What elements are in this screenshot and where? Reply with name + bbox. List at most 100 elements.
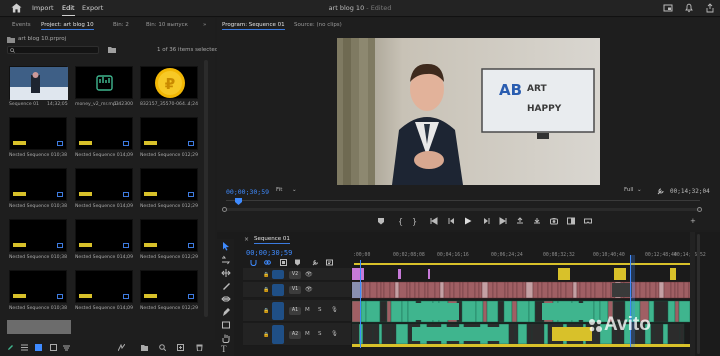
audio-strip[interactable]: [352, 344, 690, 347]
v1-clip[interactable]: [434, 281, 441, 299]
v1-clip[interactable]: [406, 281, 411, 299]
eye-icon[interactable]: 👁: [305, 271, 313, 278]
v1-clip[interactable]: [439, 281, 445, 299]
zoom-fit-dropdown[interactable]: Fit ⌄: [274, 187, 300, 195]
lift-icon[interactable]: [516, 217, 524, 225]
a1-clip[interactable]: [542, 303, 590, 320]
timeline-playhead[interactable]: [360, 260, 361, 348]
source-patch[interactable]: [272, 325, 284, 344]
v1-clip[interactable]: [525, 281, 534, 299]
tab-sequence[interactable]: Sequence 01: [254, 236, 290, 244]
mute-button[interactable]: M: [305, 307, 310, 313]
audio-thumbnail[interactable]: [75, 66, 133, 99]
playhead-marker-icon[interactable]: [235, 198, 242, 205]
v1-clip[interactable]: [481, 281, 489, 299]
solo-button[interactable]: S: [318, 307, 322, 313]
nested-sequence-thumbnail[interactable]: [9, 219, 67, 252]
v1-clip[interactable]: [541, 281, 549, 299]
v1-clip[interactable]: [443, 281, 451, 299]
monitor-time-ruler[interactable]: [226, 200, 700, 201]
close-tab-icon[interactable]: ×: [244, 236, 249, 243]
tab-program[interactable]: Program: Sequence 01: [222, 22, 285, 30]
v2-clip[interactable]: [614, 268, 626, 280]
a1-clip[interactable]: [503, 300, 513, 323]
a1-clip[interactable]: [386, 300, 392, 323]
add-marker-icon[interactable]: [377, 217, 385, 225]
a1-clip[interactable]: [667, 300, 676, 323]
nested-sequence-thumbnail[interactable]: [75, 168, 133, 201]
v1-clip[interactable]: [516, 281, 524, 299]
a1-clip[interactable]: [511, 300, 518, 323]
v1-clip[interactable]: [380, 281, 385, 299]
a1-clip[interactable]: [461, 300, 477, 323]
new-bin-icon[interactable]: [108, 46, 116, 53]
panel-overflow-icon[interactable]: »: [203, 22, 206, 28]
a1-clip[interactable]: [409, 303, 459, 320]
v1-clip[interactable]: [572, 281, 578, 299]
freeform-view-icon[interactable]: [50, 344, 57, 351]
v2-clip[interactable]: [352, 268, 364, 280]
list-view-icon[interactable]: [21, 344, 28, 351]
source-patch[interactable]: [272, 270, 284, 279]
mark-out-icon[interactable]: }: [412, 217, 420, 226]
v1-clip[interactable]: [602, 281, 607, 299]
v1-clip[interactable]: [683, 281, 690, 299]
mute-button[interactable]: M: [305, 331, 310, 337]
timeline-vscrollbar[interactable]: [690, 232, 695, 356]
microphone-icon[interactable]: 🎙: [331, 331, 338, 337]
go-to-out-icon[interactable]: [499, 217, 507, 225]
play-icon[interactable]: [464, 217, 472, 225]
comparison-view-icon[interactable]: [567, 217, 575, 225]
a2-clip[interactable]: [650, 323, 655, 345]
v1-clip[interactable]: [453, 281, 461, 299]
track-select-tool-icon[interactable]: [221, 255, 231, 265]
nested-sequence-thumbnail[interactable]: [140, 270, 198, 303]
v1-clip[interactable]: [414, 281, 420, 299]
v1-clip[interactable]: [462, 281, 469, 299]
lock-icon[interactable]: 🔒: [263, 287, 269, 293]
tab-project[interactable]: Project: art blog 10: [41, 22, 94, 30]
thumbnail-zoom-slider[interactable]: [7, 320, 71, 334]
v1-clip[interactable]: [547, 281, 553, 299]
share-icon[interactable]: [705, 3, 715, 13]
add-button-icon[interactable]: +: [690, 217, 698, 225]
wrench-icon[interactable]: [657, 187, 665, 195]
v1-clip[interactable]: [394, 281, 400, 299]
track-header-a1[interactable]: 🔒 A1 M S 🎙: [243, 300, 351, 322]
nested-sequence-thumbnail[interactable]: [75, 270, 133, 303]
monitor-zoom-scrollbar[interactable]: [226, 208, 700, 211]
eye-icon[interactable]: 👁: [305, 286, 313, 293]
a2-clip[interactable]: [378, 323, 383, 345]
v1-clip[interactable]: [418, 281, 426, 299]
v1-clip[interactable]: [639, 281, 647, 299]
timeline-timecode[interactable]: 00;00;30;59: [246, 249, 292, 257]
v1-clip[interactable]: [560, 281, 567, 299]
scroll-handle-right[interactable]: [697, 207, 702, 212]
pen-tool-icon[interactable]: [221, 307, 231, 317]
ripple-edit-tool-icon[interactable]: [221, 268, 231, 278]
v1-clip[interactable]: [658, 281, 665, 299]
v1-clip[interactable]: [478, 281, 483, 299]
a2-clip[interactable]: [514, 323, 519, 345]
v1-clip[interactable]: [585, 281, 592, 299]
track-header-a2[interactable]: 🔒 A2 M S 🎙: [243, 323, 351, 346]
lock-icon[interactable]: 🔒: [263, 272, 269, 278]
a2-clip[interactable]: [390, 323, 397, 345]
v1-clip[interactable]: [537, 281, 543, 299]
type-tool-icon[interactable]: T: [221, 344, 231, 354]
linked-selection-icon[interactable]: [264, 259, 271, 266]
a2-clip[interactable]: [543, 323, 549, 345]
v1-clip[interactable]: [594, 281, 604, 299]
icon-view-icon[interactable]: [35, 344, 42, 351]
v1-clip[interactable]: [409, 281, 416, 299]
tab-bin-10[interactable]: Bin: 10 выпуск: [146, 22, 188, 28]
v1-clip[interactable]: [579, 281, 587, 299]
a2-clip[interactable]: [407, 323, 413, 345]
a2-clip[interactable]: [381, 323, 392, 345]
extract-icon[interactable]: [533, 217, 541, 225]
nested-sequence-thumbnail[interactable]: [140, 168, 198, 201]
nested-sequence-thumbnail[interactable]: [75, 117, 133, 150]
rectangle-tool-icon[interactable]: [221, 320, 231, 330]
a1-clip[interactable]: [475, 300, 484, 323]
v1-clip[interactable]: [655, 281, 660, 299]
